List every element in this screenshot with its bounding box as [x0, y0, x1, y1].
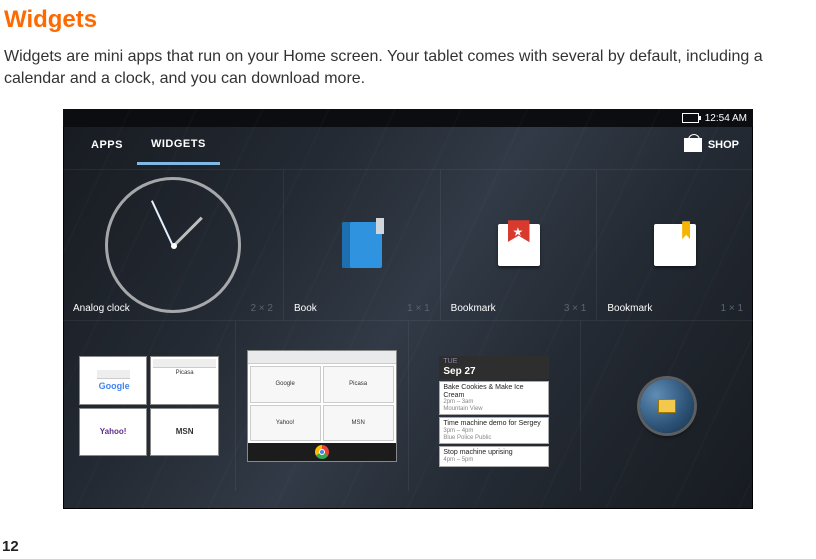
widget-cell-globe[interactable]	[581, 321, 753, 491]
chrome-icon	[315, 445, 329, 459]
globe-icon	[640, 379, 694, 433]
tab-bar: APPS WIDGETS SHOP	[63, 127, 753, 163]
widget-cell-bookmark-star[interactable]: ★ Bookmark 3 × 1	[441, 170, 598, 320]
page-number: 12	[2, 538, 19, 555]
widget-cell-browser[interactable]: Google Picasa Yahoo! MSN	[236, 321, 409, 491]
bookmark-star-icon: ★	[498, 224, 540, 266]
tab-apps[interactable]: APPS	[77, 127, 137, 163]
widget-label: Bookmark	[451, 303, 496, 314]
tab-widgets[interactable]: WIDGETS	[137, 126, 220, 165]
section-title: Widgets	[4, 6, 816, 34]
shop-button[interactable]: SHOP	[684, 127, 739, 163]
tablet-screenshot: 12:54 AM APPS WIDGETS SHOP Analog clock …	[63, 109, 753, 509]
widget-cell-bookmark[interactable]: Bookmark 1 × 1	[597, 170, 753, 320]
section-intro: Widgets are mini apps that run on your H…	[4, 46, 812, 89]
widget-dim: 3 × 1	[564, 303, 587, 314]
bookmark-icon	[654, 224, 696, 266]
widget-cell-calendar[interactable]: TUE Sep 27 Bake Cookies & Make Ice Cream…	[409, 321, 582, 491]
analog-clock-icon	[105, 177, 241, 313]
widget-cell-bookmarks-grid[interactable]: Google Picasa Yahoo! MSN	[63, 321, 236, 491]
battery-icon	[682, 113, 699, 123]
browser-preview-icon: Google Picasa Yahoo! MSN	[247, 350, 397, 462]
bookmarks-grid-icon: Google Picasa Yahoo! MSN	[79, 356, 219, 456]
shop-icon	[684, 138, 702, 152]
widget-dim: 1 × 1	[407, 303, 430, 314]
status-bar: 12:54 AM	[63, 109, 753, 127]
book-icon	[342, 222, 382, 268]
widget-dim: 1 × 1	[720, 303, 743, 314]
widget-label: Analog clock	[73, 303, 130, 314]
calendar-widget-icon: TUE Sep 27 Bake Cookies & Make Ice Cream…	[439, 356, 549, 456]
widget-cell-analog-clock[interactable]: Analog clock 2 × 2	[63, 170, 284, 320]
widget-label: Bookmark	[607, 303, 652, 314]
status-time: 12:54 AM	[705, 113, 747, 124]
shop-label: SHOP	[708, 139, 739, 151]
widget-label: Book	[294, 303, 317, 314]
widget-dim: 2 × 2	[250, 303, 273, 314]
widget-cell-book[interactable]: Book 1 × 1	[284, 170, 441, 320]
